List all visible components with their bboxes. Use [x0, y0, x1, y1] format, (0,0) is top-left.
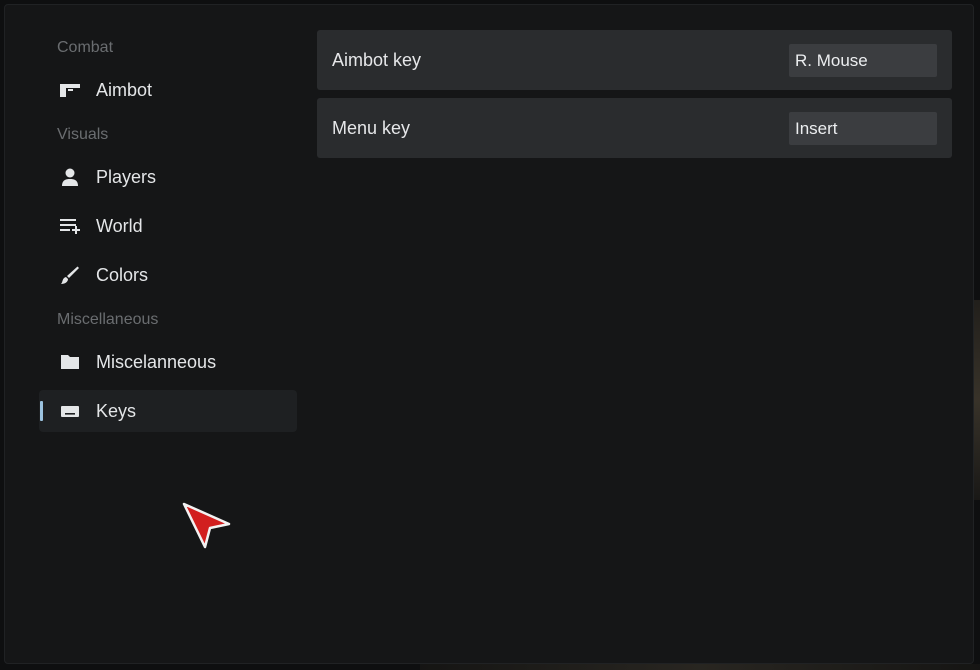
sidebar-item-label: Aimbot — [96, 79, 153, 100]
brush-icon — [59, 264, 81, 286]
gun-icon — [59, 79, 81, 101]
sidebar-item-players[interactable]: Players — [39, 156, 297, 198]
setting-label: Aimbot key — [332, 49, 422, 70]
sidebar-item-label: World — [96, 215, 143, 236]
section-label-miscellaneous: Miscellaneous — [57, 311, 159, 328]
setting-row-aimbot-key: Aimbot key R. Mouse — [317, 30, 952, 90]
setting-row-menu-key: Menu key Insert — [317, 98, 952, 158]
keyboard-icon — [59, 400, 81, 422]
sidebar: Combat Aimbot Visuals Players World Colo… — [35, 31, 297, 439]
sidebar-item-label: Colors — [96, 264, 149, 285]
keybind-input[interactable]: R. Mouse — [789, 43, 937, 77]
sidebar-item-label: Players — [96, 166, 157, 187]
section-label-visuals: Visuals — [57, 126, 109, 143]
sidebar-item-world[interactable]: World — [39, 205, 297, 247]
sidebar-item-aimbot[interactable]: Aimbot — [39, 69, 297, 111]
setting-label: Menu key — [332, 117, 411, 138]
playlist-add-icon — [59, 215, 81, 237]
cursor-arrow-icon — [182, 502, 232, 550]
person-icon — [59, 166, 81, 188]
settings-window: Combat Aimbot Visuals Players World Colo… — [4, 4, 974, 664]
sidebar-item-colors[interactable]: Colors — [39, 254, 297, 296]
sidebar-item-keys[interactable]: Keys — [39, 390, 297, 432]
folder-icon — [59, 351, 81, 373]
background-scenery — [420, 664, 980, 670]
background-scenery — [974, 300, 980, 500]
sidebar-item-label: Keys — [96, 400, 137, 421]
sidebar-item-miscelanneous[interactable]: Miscelanneous — [39, 341, 297, 383]
keys-panel: Aimbot key R. Mouse Menu key Insert — [317, 30, 952, 166]
keybind-input[interactable]: Insert — [789, 111, 937, 145]
section-label-combat: Combat — [57, 39, 114, 56]
sidebar-item-label: Miscelanneous — [96, 351, 217, 372]
